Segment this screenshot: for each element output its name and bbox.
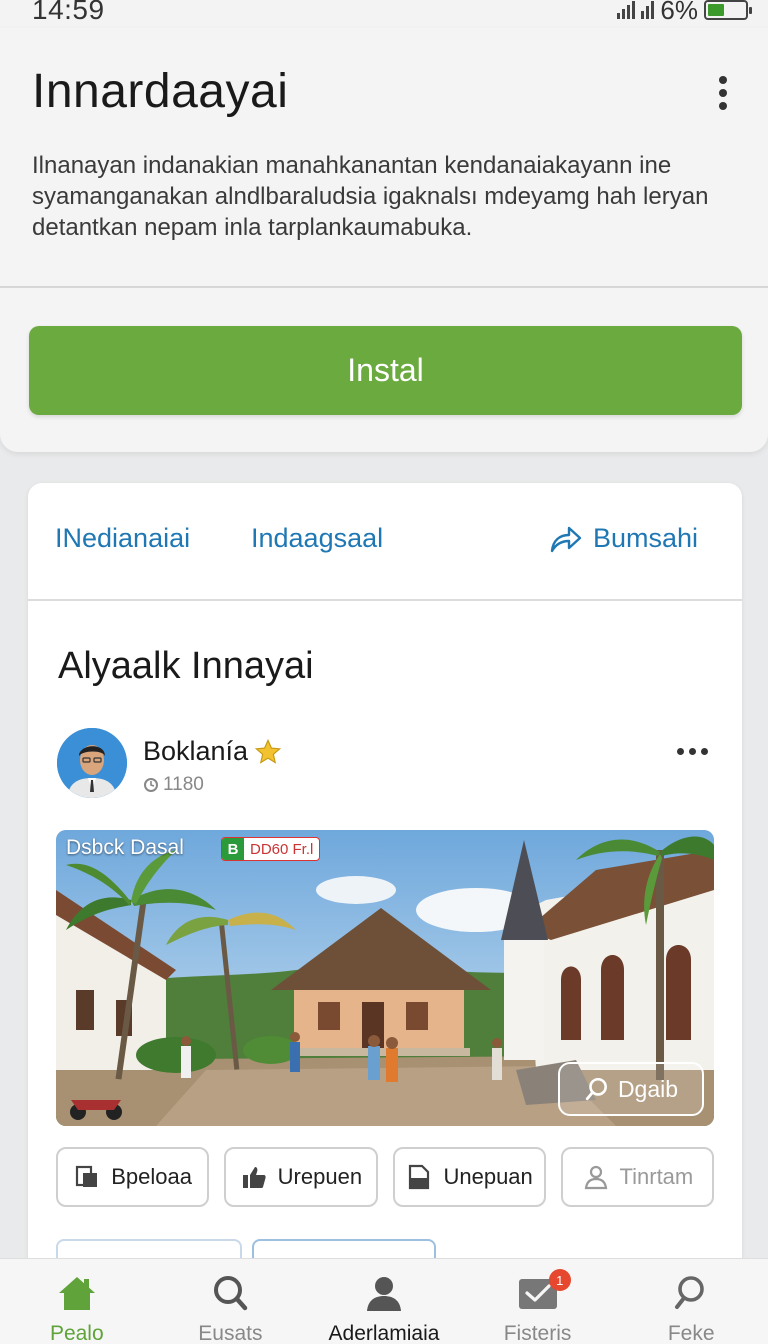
action-button-3[interactable]: Unepuan — [392, 1147, 546, 1207]
nav-label: Pealo — [49, 1322, 104, 1344]
divider — [0, 286, 768, 288]
more-options-icon[interactable] — [718, 76, 728, 110]
user-icon — [584, 1165, 607, 1190]
star-icon — [255, 738, 282, 764]
tab-bar: INedianaiai Indaagsaal Bumsahi — [28, 483, 742, 601]
badge-text: DD60 Fr.l — [250, 840, 314, 858]
action-label: Bpeloaa — [111, 1164, 192, 1189]
nav-item-search[interactable]: Eusats — [154, 1259, 308, 1344]
app-title: Innardaayai — [32, 65, 289, 118]
status-bar: 14:59 6% — [0, 0, 768, 28]
image-badge: B DD60 Fr.l — [221, 837, 321, 861]
action-label: Unepuan — [443, 1164, 533, 1189]
nav-label: Fisteris — [503, 1322, 572, 1344]
share-icon — [550, 526, 582, 552]
signal-icon — [617, 1, 636, 19]
status-icons: 6% — [617, 0, 752, 25]
profile-icon — [366, 1277, 401, 1311]
tab-label: Bumsahi — [592, 523, 698, 553]
app-description: Ilnanayan indanakian manahkanantan kenda… — [32, 152, 709, 241]
share-tab[interactable]: Bumsahi — [549, 523, 698, 554]
content-card: INedianaiai Indaagsaal Bumsahi Alyaalk I… — [28, 483, 742, 1283]
status-time: 14:59 — [32, 0, 105, 25]
more-horizontal-icon[interactable] — [677, 748, 708, 755]
zoom-details-button[interactable]: Dgaib — [558, 1062, 704, 1116]
nav-item-messages[interactable]: 1 Fisteris — [461, 1259, 615, 1344]
signal-icon-secondary — [641, 1, 655, 19]
app-header-panel: Innardaayai Ilnanayan indanakian manahka… — [0, 28, 768, 452]
nav-item-profile[interactable]: Aderlamiaia — [307, 1259, 461, 1344]
action-button-1[interactable]: Bpeloaa — [56, 1147, 210, 1207]
clock-icon — [144, 778, 158, 792]
section-title: Alyaalk Innayai — [58, 645, 314, 687]
search-icon — [675, 1276, 704, 1309]
tab-2[interactable]: Indaagsaal — [251, 523, 383, 554]
post-image[interactable]: Dsbck Dasal B DD60 Fr.l Dgaib — [56, 830, 714, 1126]
action-row: Bpeloaa Urepuen Unepuan Tinrtam — [56, 1147, 714, 1207]
tab-1[interactable]: INedianaiai — [55, 523, 190, 554]
action-button-2[interactable]: Urepuen — [224, 1147, 378, 1207]
nav-item-find[interactable]: Feke — [614, 1259, 768, 1344]
search-icon — [585, 1077, 607, 1101]
notification-badge: 1 — [548, 1269, 571, 1291]
tab-label: INedianaiai — [55, 523, 191, 553]
bottom-navigation: Pealo Eusats Aderlamiaia 1 Fisteris Feke — [0, 1258, 768, 1344]
action-button-4[interactable]: Tinrtam — [560, 1147, 714, 1207]
image-label: Dsbck Dasal — [66, 836, 184, 859]
action-label: Urepuen — [277, 1164, 363, 1189]
person-portrait — [57, 728, 127, 798]
battery-icon — [704, 0, 752, 20]
bookmark-icon — [76, 1165, 98, 1187]
search-icon — [214, 1276, 248, 1311]
badge-letter-icon: B — [222, 838, 244, 860]
install-button[interactable]: Instal — [29, 326, 742, 415]
author-meta: 1180 — [143, 774, 204, 796]
tab-label: Indaagsaal — [251, 523, 384, 553]
nav-item-home[interactable]: Pealo — [0, 1259, 154, 1344]
action-label: Tinrtam — [619, 1164, 694, 1189]
nav-label: Eusats — [198, 1322, 263, 1344]
battery-percent: 6% — [660, 0, 698, 25]
details-label: Dgaib — [617, 1075, 679, 1102]
thumbs-up-icon — [242, 1167, 266, 1188]
avatar[interactable] — [57, 728, 127, 798]
author-name-text: Boklanía — [143, 736, 249, 766]
author-meta-text: 1180 — [163, 774, 204, 795]
nav-label: Feke — [667, 1322, 715, 1344]
author-name[interactable]: Boklanía — [143, 736, 282, 767]
nav-label: Aderlamiaia — [328, 1322, 440, 1344]
document-icon — [409, 1164, 430, 1190]
home-icon — [58, 1277, 95, 1310]
